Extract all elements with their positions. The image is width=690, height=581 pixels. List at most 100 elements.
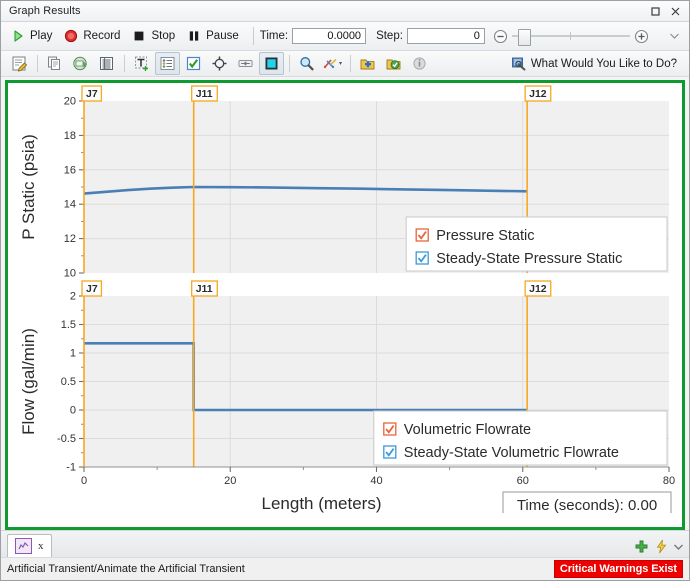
what-would-you-like-to-do-label: What Would You Like to Do? <box>530 57 677 70</box>
legend-label: Pressure Static <box>436 228 534 244</box>
y-tick-label: 0 <box>70 405 76 417</box>
chart-legend[interactable]: Pressure Static Steady-State Pressure Sta… <box>405 216 668 272</box>
time-label: Time: <box>259 30 289 42</box>
results-graph: 101214161820P Static (psia)J7 J11 J12Press… <box>8 83 682 513</box>
chart-legend[interactable]: Volumetric Flowrate Steady-State Volumetr… <box>373 410 668 466</box>
zoom-slider-thumb[interactable] <box>517 29 531 46</box>
play-label: Play <box>30 30 53 42</box>
graph-canvas[interactable]: 10 12 14 16 18 20 P Static (psia) J7 J11 J12 Press… <box>5 80 685 530</box>
crosshair-button[interactable] <box>207 52 232 75</box>
graph-tab[interactable]: x <box>7 534 52 557</box>
junction-marker-label: J11 <box>196 88 213 100</box>
chevron-down-icon[interactable] <box>674 544 683 550</box>
legend-label: Steady-State Volumetric Flowrate <box>404 445 619 461</box>
legend-label: Steady-State Pressure Static <box>436 251 622 267</box>
graph-results-window: Graph Results Play Record Stop Pause Tim… <box>0 0 690 581</box>
y-tick-label: 20 <box>64 96 76 108</box>
y-axis-title: P Static (psia) <box>19 134 38 240</box>
junction-marker-label: J7 <box>86 88 98 100</box>
save-graph-icon <box>73 56 87 71</box>
tab-actions <box>634 539 683 557</box>
y-tick-label: 1 <box>70 348 76 360</box>
y-tick-label: -0.5 <box>57 433 76 445</box>
graph-style-icon <box>323 58 342 69</box>
step-input[interactable] <box>406 28 485 44</box>
add-text-button[interactable] <box>129 52 154 75</box>
legend-checkbox[interactable] <box>415 228 429 242</box>
close-button[interactable] <box>665 3 685 19</box>
step-label: Step: <box>376 30 403 42</box>
legend-checkbox[interactable] <box>383 422 397 436</box>
zoom-slider-tick <box>569 32 571 40</box>
critical-warnings-badge[interactable]: Critical Warnings Exist <box>553 560 683 578</box>
zoom-slider[interactable] <box>511 29 630 46</box>
add-text-icon <box>135 56 148 71</box>
view-table-button[interactable] <box>94 52 119 75</box>
time-readout-label: Time (seconds): 0.00 <box>517 497 657 513</box>
record-label: Record <box>83 30 121 42</box>
show-checkmarks-button[interactable] <box>181 52 206 75</box>
x-tick-label: 20 <box>224 475 236 487</box>
load-graph-button[interactable] <box>381 52 406 75</box>
save-graph-button[interactable] <box>68 52 93 75</box>
title-bar: Graph Results <box>1 1 689 22</box>
play-icon <box>14 30 23 42</box>
restore-button[interactable] <box>645 3 665 19</box>
graph-style-button[interactable] <box>320 52 345 75</box>
add-plus-icon[interactable] <box>634 539 649 554</box>
add-graph-button[interactable] <box>355 52 380 75</box>
status-message: Artificial Transient/Animate the Artific… <box>7 563 245 575</box>
toolbar-overflow-button[interactable] <box>670 31 683 41</box>
edit-graph-button[interactable] <box>7 52 32 75</box>
plus-circle-icon[interactable] <box>634 29 649 44</box>
y-tick-label: 1.5 <box>61 319 76 331</box>
annotate-button[interactable] <box>233 52 258 75</box>
pause-button[interactable]: Pause <box>183 27 247 45</box>
load-graph-icon <box>386 59 401 70</box>
minus-circle-icon[interactable] <box>493 29 508 44</box>
add-graph-icon <box>360 59 375 70</box>
restore-icon <box>650 6 660 16</box>
junction-marker-label: J7 <box>86 283 98 295</box>
toolbar-separator <box>37 55 38 72</box>
y-tick-label: 16 <box>64 164 76 176</box>
y-tick-label: 10 <box>64 268 76 280</box>
play-button[interactable]: Play <box>7 27 60 45</box>
y-tick-label: 14 <box>64 199 76 211</box>
toolbar-separator <box>350 55 351 72</box>
lightning-bolt-icon[interactable] <box>655 539 668 554</box>
what-would-you-like-to-do-icon <box>511 57 526 71</box>
time-input[interactable] <box>292 28 367 44</box>
graph-tab-close-button[interactable]: x <box>38 540 44 552</box>
legend-checkbox[interactable] <box>383 445 397 459</box>
record-button[interactable]: Record <box>60 27 128 45</box>
toolbar-separator <box>252 27 254 45</box>
what-would-you-like-to-do-button[interactable]: What Would You Like to Do? <box>511 56 683 71</box>
toolbar-separator <box>124 55 125 72</box>
legend-label: Volumetric Flowrate <box>404 422 531 438</box>
edit-graph-icon <box>12 56 28 72</box>
x-tick-label: 0 <box>81 475 87 487</box>
window-title: Graph Results <box>9 5 81 17</box>
time-readout: Time (seconds): 0.00 <box>502 491 672 513</box>
x-tick-label: 60 <box>517 475 529 487</box>
graph-tab-icon <box>15 538 32 554</box>
legend-checkbox[interactable] <box>415 251 429 265</box>
status-bar: Artificial Transient/Animate the Artific… <box>1 557 689 580</box>
color-fill-button[interactable] <box>259 52 284 75</box>
toolbar-separator <box>289 55 290 72</box>
zoom-button[interactable] <box>294 52 319 75</box>
stop-button[interactable]: Stop <box>128 27 183 45</box>
junction-marker-label: J12 <box>529 88 547 100</box>
show-checkmarks-icon <box>186 56 201 71</box>
record-icon <box>65 29 78 43</box>
graph-list-manager-button[interactable] <box>155 52 180 75</box>
y-tick-label: 2 <box>70 291 76 303</box>
graph-icon-toolbar: What Would You Like to Do? <box>1 51 689 77</box>
info-button[interactable] <box>407 52 432 75</box>
y-tick-label: 0.5 <box>61 376 76 388</box>
copy-button[interactable] <box>42 52 67 75</box>
x-tick-label: 40 <box>370 475 382 487</box>
crosshair-icon <box>212 56 227 71</box>
transport-toolbar: Play Record Stop Pause Time: Step: <box>1 22 689 51</box>
